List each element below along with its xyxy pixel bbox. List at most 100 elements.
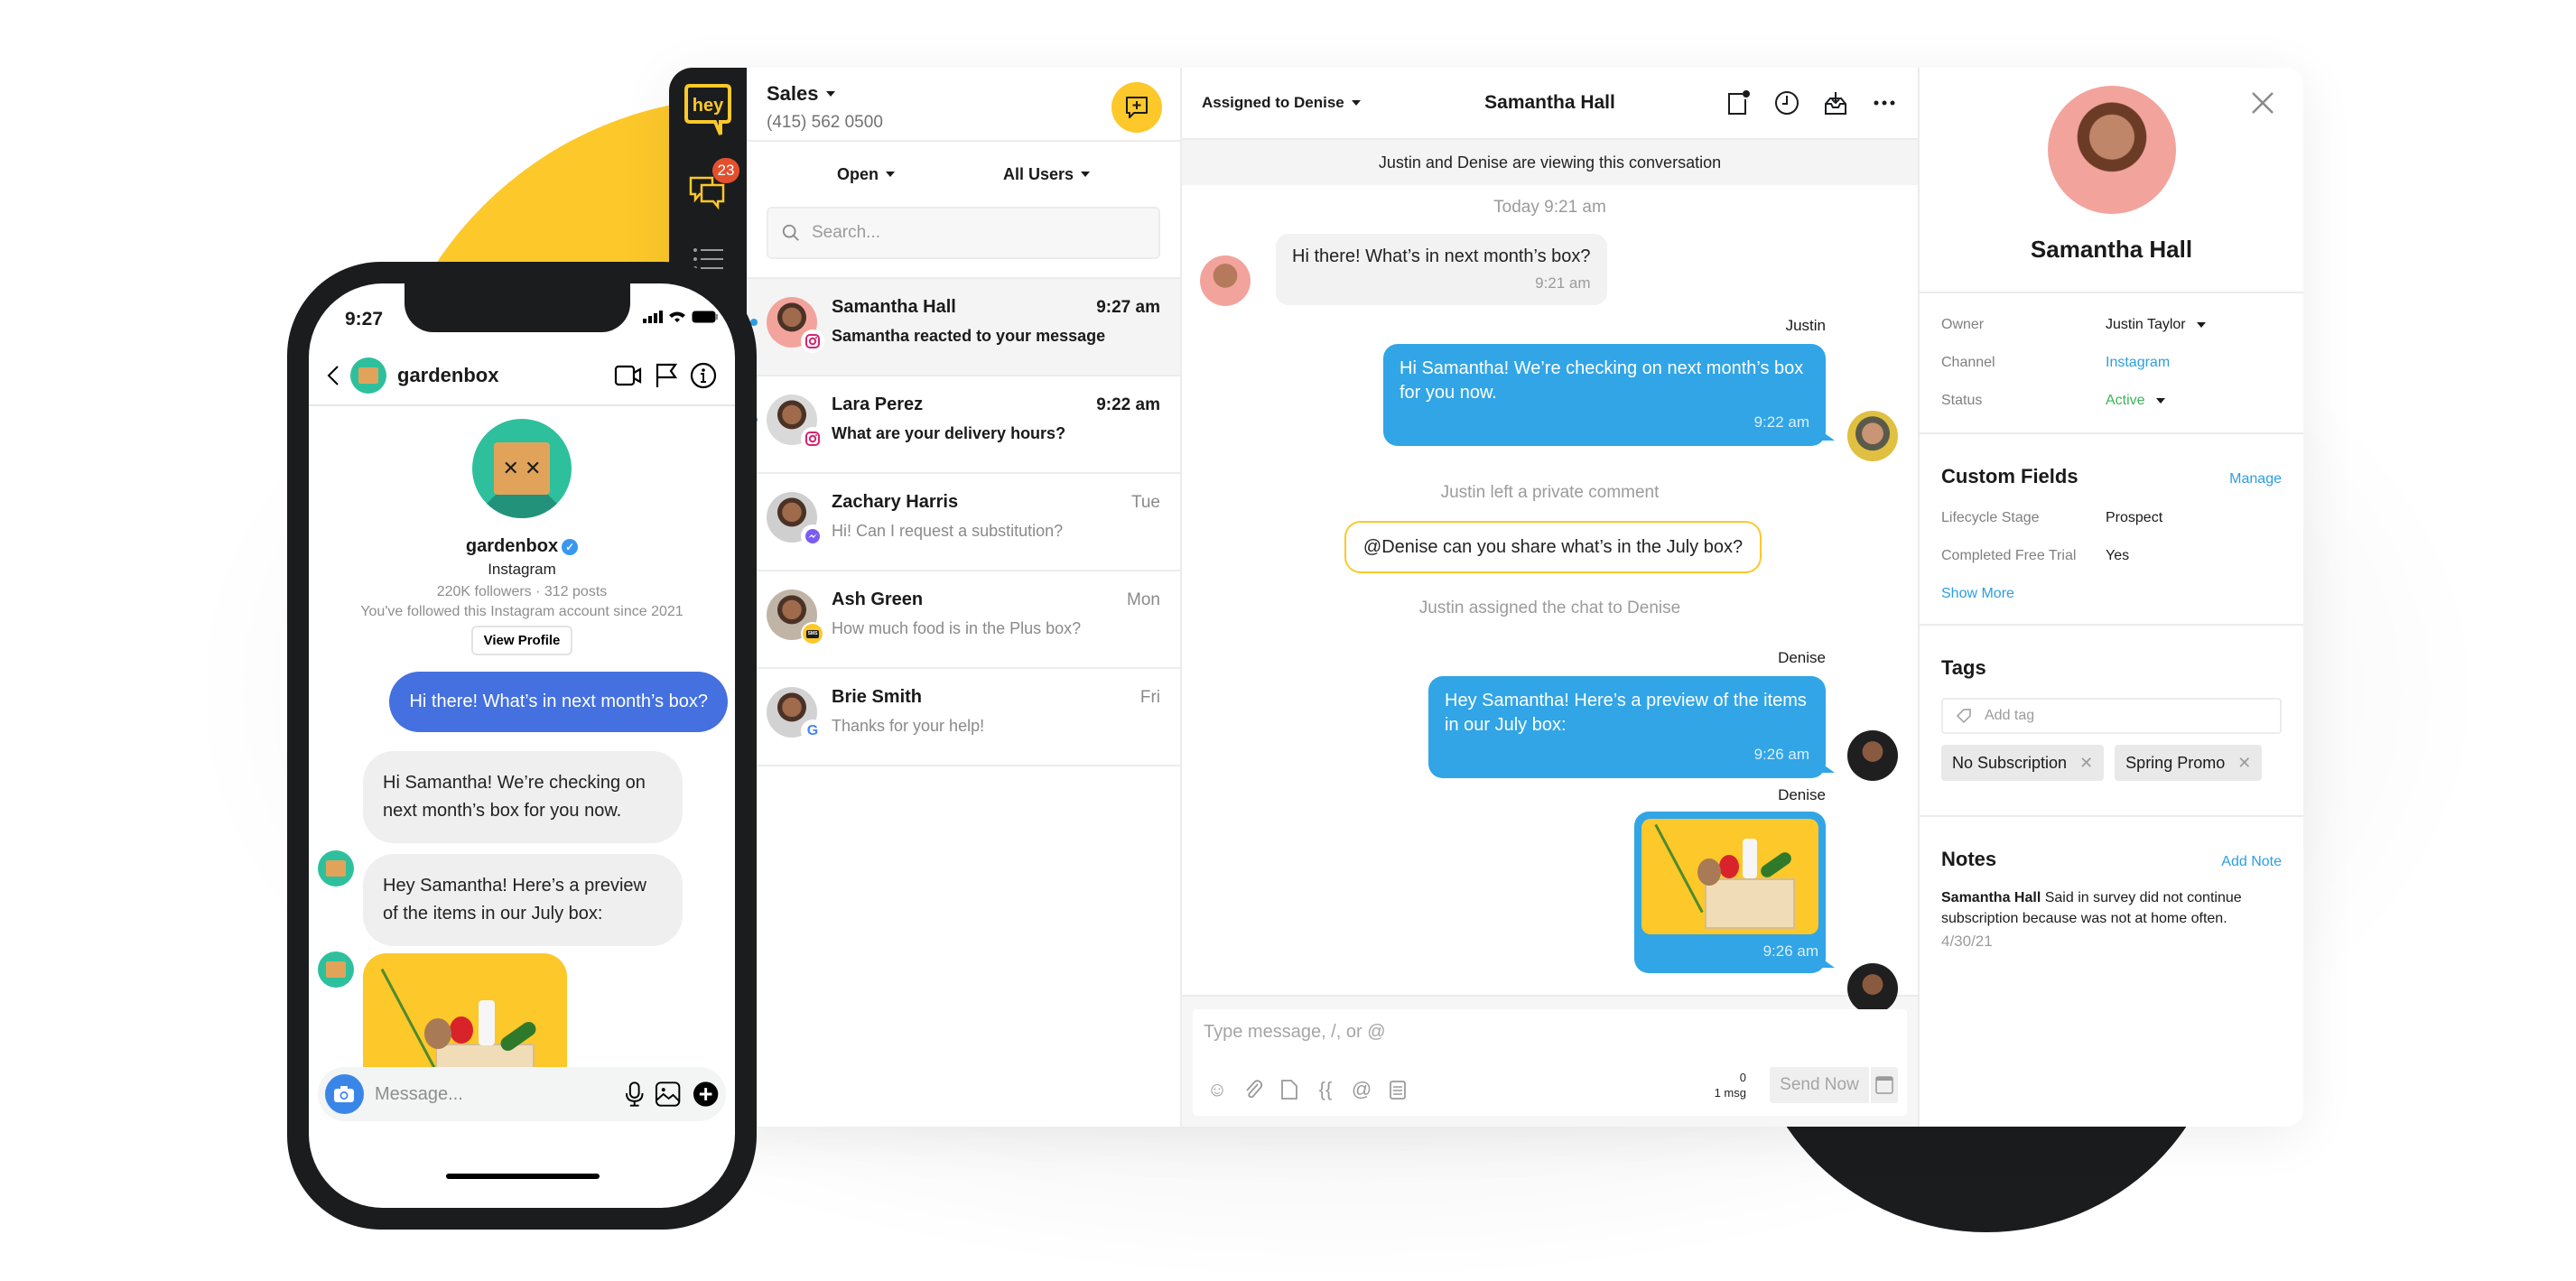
assignee-dropdown[interactable]: Assigned to Denise xyxy=(1202,94,1361,112)
back-chevron-icon[interactable] xyxy=(327,365,339,386)
owner-dropdown[interactable]: Justin Taylor xyxy=(2106,317,2206,333)
message-preview: Samantha reacted to your message xyxy=(832,327,1106,345)
tags-title: Tags xyxy=(1941,656,1986,679)
attachment-icon[interactable] xyxy=(1242,1078,1265,1101)
status-filter[interactable]: Open xyxy=(837,165,895,184)
contact-avatar xyxy=(767,395,824,450)
contact-avatar: G xyxy=(767,687,824,743)
message-text: Hi Samantha! We’re checking on next mont… xyxy=(1400,358,1804,403)
instagram-icon xyxy=(801,330,824,353)
show-more-link[interactable]: Show More xyxy=(1941,586,2282,602)
messenger-icon xyxy=(801,524,824,548)
add-tag-input[interactable] xyxy=(1985,708,2171,724)
wifi-icon xyxy=(669,311,685,322)
remove-tag-icon[interactable]: ✕ xyxy=(2237,754,2251,773)
add-plus-icon[interactable] xyxy=(693,1081,719,1108)
variables-braces-icon[interactable]: {{ xyxy=(1314,1078,1337,1101)
contact-name: Samantha Hall xyxy=(2030,236,2193,263)
field-label: Completed Free Trial xyxy=(1941,548,2077,563)
conversation-body: Brie Smith Fri Thanks for your help! xyxy=(832,687,1160,765)
search-input[interactable] xyxy=(811,223,1146,243)
microphone-icon[interactable] xyxy=(625,1081,644,1108)
grocery-box-image[interactable] xyxy=(1641,819,1818,934)
mark-unread-icon[interactable] xyxy=(1725,89,1752,116)
add-note-link[interactable]: Add Note xyxy=(2221,854,2282,870)
view-profile-button[interactable]: View Profile xyxy=(470,626,573,655)
unread-badge: 23 xyxy=(712,158,739,183)
phone-outgoing-message: Hi there! What’s in next month’s box? xyxy=(389,672,728,732)
app-window: hey 23 Sales (415) 562 0500 Open All Use… xyxy=(669,68,2303,1127)
phone-message-input[interactable] xyxy=(374,1083,614,1105)
message-text: Hey Samantha! Here’s a preview of the it… xyxy=(1445,691,1807,735)
message-text: Hi there! What’s in next month’s box? xyxy=(1292,246,1591,266)
conversation-body: Zachary Harris Tue Hi! Can I request a s… xyxy=(832,492,1160,570)
inbox-nav-button[interactable]: 23 xyxy=(687,158,739,210)
conversation-item[interactable]: Samantha Hall 9:27 am Samantha reacted t… xyxy=(747,279,1180,376)
channel-link[interactable]: Instagram xyxy=(2106,355,2170,371)
assignee-label: Assigned to Denise xyxy=(1202,94,1344,111)
custom-fields-title: Custom Fields xyxy=(1941,465,2078,487)
template-file-icon[interactable] xyxy=(1278,1078,1301,1101)
note-date: 4/30/21 xyxy=(1941,933,1993,951)
snooze-clock-icon[interactable] xyxy=(1773,89,1800,116)
caret-down-icon xyxy=(2155,398,2165,404)
box-utensils-icon: ✕ ✕ xyxy=(494,442,550,495)
camera-button[interactable] xyxy=(325,1074,364,1114)
google-icon: G xyxy=(801,719,824,743)
schedule-send-button[interactable] xyxy=(1871,1067,1898,1103)
video-call-icon[interactable] xyxy=(614,364,643,387)
battery-icon xyxy=(692,311,718,323)
agent-avatar-justin xyxy=(1847,411,1898,461)
inbox-selector[interactable]: Sales xyxy=(767,82,883,106)
tag-label: Spring Promo xyxy=(2125,753,2226,772)
new-conversation-button[interactable] xyxy=(1111,82,1162,133)
mention-icon[interactable]: @ xyxy=(1350,1078,1373,1101)
notes-header: Notes Add Note xyxy=(1941,848,2282,871)
flag-icon[interactable] xyxy=(654,362,679,389)
send-now-button[interactable]: Send Now xyxy=(1770,1067,1869,1103)
follow-since: You've followed this Instagram account s… xyxy=(360,604,684,619)
message-input[interactable] xyxy=(1204,1022,1894,1049)
close-icon[interactable] xyxy=(2249,89,2276,116)
owner-row: Owner Justin Taylor xyxy=(1941,317,2282,333)
remove-tag-icon[interactable]: ✕ xyxy=(2079,754,2093,773)
field-value[interactable]: Yes xyxy=(2106,548,2129,564)
contact-details: Owner Justin Taylor Channel Instagram St… xyxy=(1920,293,2303,434)
field-value[interactable]: Prospect xyxy=(2106,510,2162,526)
phone-composer xyxy=(318,1067,726,1121)
status-dropdown[interactable]: Active xyxy=(2106,393,2165,409)
outgoing-message: Hi Samantha! We’re checking on next mont… xyxy=(1383,344,1835,446)
tag-icon xyxy=(1956,709,1971,724)
users-filter-label: All Users xyxy=(1002,164,1074,183)
more-options-icon[interactable] xyxy=(1871,89,1898,116)
hey-logo[interactable]: hey xyxy=(684,82,731,138)
conversation-item[interactable]: Zachary Harris Tue Hi! Can I request a s… xyxy=(747,474,1180,571)
status-row: Status Active xyxy=(1941,393,2282,409)
composer: ☺ {{ @ 0 1 msg Send xyxy=(1193,1009,1907,1116)
checklist-icon[interactable] xyxy=(1386,1078,1409,1101)
gallery-icon[interactable] xyxy=(655,1081,681,1108)
contact-avatar: SMS xyxy=(767,589,824,645)
incoming-message: Hi there! What’s in next month’s box? 9:… xyxy=(1276,234,1607,305)
instagram-icon xyxy=(801,427,824,450)
conversation-item[interactable]: Lara Perez 9:22 am What are your deliver… xyxy=(747,376,1180,474)
message-preview: What are your delivery hours? xyxy=(832,424,1066,442)
info-icon[interactable] xyxy=(690,362,717,389)
channel-row: Channel Instagram xyxy=(1941,355,2282,371)
manage-link[interactable]: Manage xyxy=(2229,471,2282,487)
svg-text:hey: hey xyxy=(693,96,724,116)
conversation-item[interactable]: G Brie Smith Fri Thanks for your help! xyxy=(747,669,1180,766)
contact-avatar xyxy=(767,297,824,353)
phone-incoming-message: Hi Samantha! We’re checking on next mont… xyxy=(363,751,683,843)
viewing-banner: Justin and Denise are viewing this conve… xyxy=(1182,140,1918,185)
conversation-time: 9:27 am xyxy=(1096,298,1160,317)
close-conversation-icon[interactable] xyxy=(1822,89,1849,116)
tag-chip: Spring Promo ✕ xyxy=(2115,745,2263,781)
users-filter[interactable]: All Users xyxy=(1002,164,1091,184)
inbox-phone: (415) 562 0500 xyxy=(767,113,883,132)
emoji-icon[interactable]: ☺ xyxy=(1205,1078,1229,1101)
message-preview: Hi! Can I request a substitution? xyxy=(832,522,1064,540)
phone-screen: 9:27 gardenbox ✕ ✕ gardenbox ✓ Instagram xyxy=(309,283,735,1208)
message-sender: Denise xyxy=(1778,786,1826,803)
conversation-item[interactable]: SMS Ash Green Mon How much food is in th… xyxy=(747,571,1180,669)
